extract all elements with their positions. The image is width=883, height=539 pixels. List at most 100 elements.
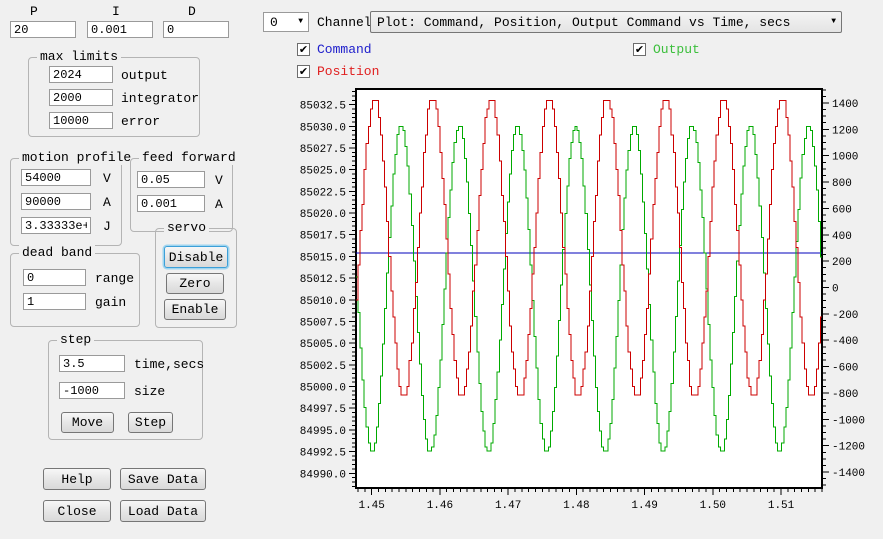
svg-text:85025.0: 85025.0 — [300, 166, 346, 178]
step-size-label: size — [134, 384, 165, 399]
svg-text:1.45: 1.45 — [358, 500, 384, 512]
output-label: Output — [653, 42, 700, 57]
motion-velocity-label: V — [103, 171, 111, 186]
max-error-input[interactable] — [49, 112, 113, 129]
servo-tuning-window: P I D max limits output integrator error… — [0, 0, 883, 539]
svg-text:85007.5: 85007.5 — [300, 317, 346, 329]
svg-text:85015.0: 85015.0 — [300, 252, 346, 264]
ff-accel-input[interactable] — [137, 195, 205, 212]
max-output-label: output — [121, 68, 168, 83]
svg-text:1400: 1400 — [832, 99, 858, 111]
position-checkbox[interactable]: ✔ — [297, 65, 310, 78]
group-step: step time,secs size Move Step — [48, 340, 203, 440]
servo-enable-button[interactable]: Enable — [164, 299, 226, 320]
svg-text:-600: -600 — [832, 363, 858, 375]
plot-select[interactable]: Plot: Command, Position, Output Command … — [370, 11, 842, 33]
ff-velocity-input[interactable] — [137, 171, 205, 188]
motion-jerk-input[interactable] — [21, 217, 91, 234]
svg-text:400: 400 — [832, 231, 852, 243]
group-dead-band-title: dead band — [19, 245, 95, 260]
channel-value: 0 — [264, 15, 278, 30]
svg-text:85000.0: 85000.0 — [300, 383, 346, 395]
command-checkbox[interactable]: ✔ — [297, 43, 310, 56]
help-button[interactable]: Help — [43, 468, 111, 490]
max-integrator-input[interactable] — [49, 89, 113, 106]
step-time-label: time,secs — [134, 357, 204, 372]
svg-text:1.51: 1.51 — [768, 500, 795, 512]
chevron-down-icon: ▼ — [298, 18, 308, 26]
svg-text:85017.5: 85017.5 — [300, 231, 346, 243]
ff-velocity-label: V — [215, 173, 223, 188]
pid-i-input[interactable] — [87, 21, 153, 38]
svg-text:0: 0 — [832, 284, 839, 296]
load-data-button[interactable]: Load Data — [120, 500, 206, 522]
svg-text:600: 600 — [832, 204, 852, 216]
checkmark-icon: ✔ — [299, 65, 308, 78]
output-checkbox[interactable]: ✔ — [633, 43, 646, 56]
svg-text:-200: -200 — [832, 310, 858, 322]
step-time-input[interactable] — [59, 355, 125, 372]
group-motion-profile: motion profile V A J — [10, 158, 122, 246]
step-size-input[interactable] — [59, 382, 125, 399]
command-label: Command — [317, 42, 372, 57]
plot-canvas: 85032.585030.085027.585025.085022.585020… — [300, 85, 883, 539]
close-button[interactable]: Close — [43, 500, 111, 522]
svg-text:85020.0: 85020.0 — [300, 209, 346, 221]
deadband-gain-input[interactable] — [23, 293, 86, 310]
move-button[interactable]: Move — [61, 412, 114, 433]
svg-text:85012.5: 85012.5 — [300, 274, 346, 286]
pid-p-label: P — [30, 4, 38, 19]
svg-text:200: 200 — [832, 257, 852, 269]
step-button[interactable]: Step — [128, 412, 173, 433]
pid-d-input[interactable] — [163, 21, 229, 38]
pid-d-label: D — [188, 4, 196, 19]
group-step-title: step — [57, 332, 94, 347]
plot-area: 85032.585030.085027.585025.085022.585020… — [300, 85, 883, 539]
pid-i-label: I — [112, 4, 120, 19]
max-integrator-label: integrator — [121, 91, 199, 106]
svg-text:84995.0: 84995.0 — [300, 426, 346, 438]
svg-text:-800: -800 — [832, 389, 858, 401]
plot-select-value: Plot: Command, Position, Output Command … — [371, 15, 790, 30]
checkmark-icon: ✔ — [635, 43, 644, 56]
group-dead-band: dead band range gain — [10, 253, 140, 327]
svg-text:1000: 1000 — [832, 152, 858, 164]
save-data-button[interactable]: Save Data — [120, 468, 206, 490]
channel-label: Channel — [317, 15, 372, 30]
deadband-gain-label: gain — [95, 295, 126, 310]
svg-text:1.48: 1.48 — [563, 500, 589, 512]
servo-disable-button[interactable]: Disable — [164, 246, 228, 268]
max-error-label: error — [121, 114, 160, 129]
svg-text:1200: 1200 — [832, 125, 858, 137]
motion-accel-label: A — [103, 195, 111, 210]
chevron-down-icon: ▼ — [831, 18, 841, 26]
motion-velocity-input[interactable] — [21, 169, 91, 186]
svg-text:85027.5: 85027.5 — [300, 144, 346, 156]
group-feed-forward-title: feed forward — [139, 150, 239, 165]
group-servo: servo Disable Zero Enable — [155, 228, 237, 328]
svg-text:84997.5: 84997.5 — [300, 404, 346, 416]
ff-accel-label: A — [215, 197, 223, 212]
channel-select[interactable]: 0 ▼ — [263, 12, 309, 32]
svg-text:1.47: 1.47 — [495, 500, 521, 512]
svg-text:1.49: 1.49 — [631, 500, 657, 512]
svg-text:85005.0: 85005.0 — [300, 339, 346, 351]
svg-text:85032.5: 85032.5 — [300, 101, 346, 113]
group-servo-title: servo — [164, 220, 209, 235]
svg-text:-1000: -1000 — [832, 415, 865, 427]
deadband-range-label: range — [95, 271, 134, 286]
svg-text:85022.5: 85022.5 — [300, 187, 346, 199]
group-motion-profile-title: motion profile — [19, 150, 134, 165]
svg-text:-400: -400 — [832, 336, 858, 348]
motion-accel-input[interactable] — [21, 193, 91, 210]
deadband-range-input[interactable] — [23, 269, 86, 286]
pid-p-input[interactable] — [10, 21, 76, 38]
servo-zero-button[interactable]: Zero — [166, 273, 224, 294]
svg-text:1.50: 1.50 — [700, 500, 726, 512]
max-output-input[interactable] — [49, 66, 113, 83]
svg-text:-1400: -1400 — [832, 468, 865, 480]
group-max-limits: max limits output integrator error — [28, 57, 200, 137]
svg-text:84990.0: 84990.0 — [300, 469, 346, 481]
svg-text:84992.5: 84992.5 — [300, 448, 346, 460]
checkmark-icon: ✔ — [299, 43, 308, 56]
